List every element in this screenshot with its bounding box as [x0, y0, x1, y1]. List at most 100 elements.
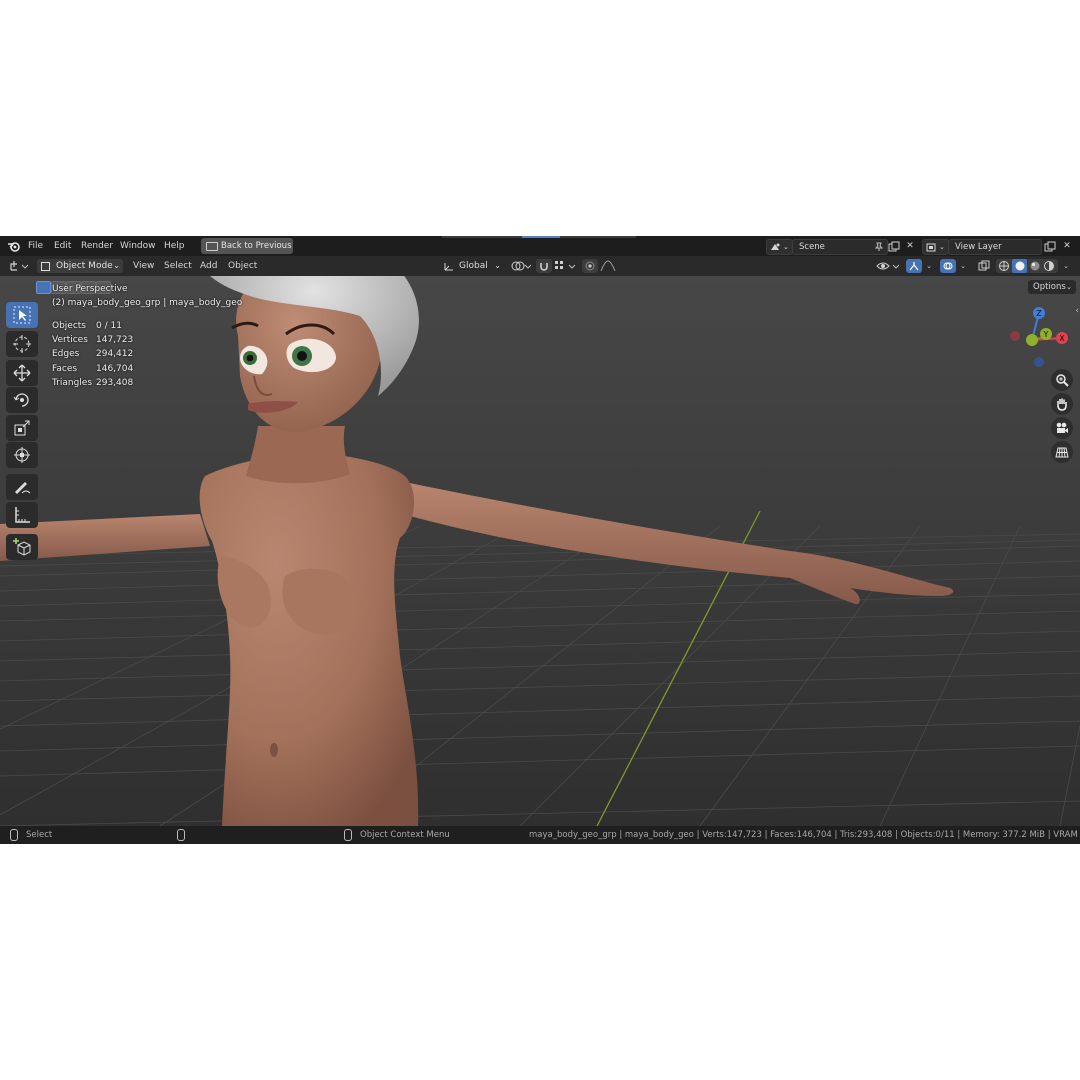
menu-file[interactable]: File: [28, 240, 43, 252]
snap-target-icon[interactable]: [554, 260, 578, 272]
new-scene-icon[interactable]: [888, 241, 900, 252]
back-to-previous-button[interactable]: Back to Previous: [201, 238, 293, 254]
orthographic-toggle-button[interactable]: [1051, 441, 1073, 463]
add-cube-icon: [13, 538, 31, 556]
shading-mode-group: [996, 259, 1058, 273]
status-left-action: Select: [26, 830, 53, 840]
mouse-middle-icon: [177, 829, 185, 841]
new-view-layer-icon[interactable]: [1044, 241, 1056, 252]
menu-add[interactable]: Add: [200, 260, 217, 272]
menu-select[interactable]: Select: [164, 260, 192, 272]
3d-cursor-icon: [13, 335, 31, 353]
svg-text:X: X: [1059, 334, 1065, 343]
zoom-button[interactable]: [1051, 369, 1073, 391]
cursor-icon: [13, 306, 31, 324]
options-button[interactable]: Options ⌄: [1028, 280, 1076, 294]
menu-object[interactable]: Object: [228, 260, 257, 272]
solid-shading-button[interactable]: [1012, 259, 1027, 273]
menu-window[interactable]: Window: [120, 240, 156, 252]
wireframe-shading-icon[interactable]: [998, 260, 1010, 272]
annotate-tool[interactable]: [6, 474, 38, 500]
scale-icon: [14, 420, 30, 436]
chevron-down-icon[interactable]: ⌄: [958, 261, 968, 271]
view-layer-name-field[interactable]: View Layer: [948, 239, 1042, 255]
add-cube-tool[interactable]: [6, 534, 38, 560]
pivot-point-icon[interactable]: [510, 260, 532, 272]
hand-icon: [1057, 398, 1067, 411]
pan-button[interactable]: [1051, 393, 1073, 415]
chevron-down-icon: ⌄: [1066, 283, 1072, 291]
editor-type-icon[interactable]: [9, 260, 29, 272]
orientation-icon: [444, 263, 453, 271]
overlay-icon: [943, 262, 953, 270]
chevron-down-icon: ⌄: [494, 261, 501, 270]
select-new-button[interactable]: [36, 281, 51, 294]
close-scene-icon[interactable]: ✕: [905, 241, 915, 251]
object-mode-icon: [41, 262, 50, 271]
blender-logo[interactable]: [7, 240, 21, 252]
move-tool[interactable]: [6, 360, 38, 386]
magnet-icon: [540, 263, 548, 271]
neck: [246, 426, 350, 484]
view-name: User Perspective: [52, 284, 128, 294]
gizmo-neg-z[interactable]: [1034, 357, 1044, 367]
scene-statistics: maya_body_geo_grp | maya_body_geo | Vert…: [529, 830, 1078, 840]
camera-view-button[interactable]: [1051, 417, 1073, 439]
snap-toggle[interactable]: [536, 259, 552, 273]
rotate-icon: [13, 393, 29, 407]
rendered-shading-icon[interactable]: [1043, 260, 1055, 272]
chevron-down-icon[interactable]: ⌄: [1061, 261, 1071, 271]
right-pupil: [297, 351, 307, 361]
workspace-tab-line-right: [560, 236, 636, 238]
proportional-edit-toggle[interactable]: [582, 259, 598, 273]
transform-tool[interactable]: [6, 442, 38, 468]
falloff-icon[interactable]: [600, 260, 620, 272]
status-bar: Select Object Context Menu maya_body_geo…: [0, 826, 1080, 844]
scene-type-button[interactable]: ⌄: [766, 239, 793, 255]
cursor-tool[interactable]: [6, 331, 38, 357]
rotate-tool[interactable]: [6, 387, 38, 413]
menu-edit[interactable]: Edit: [54, 240, 71, 252]
gizmo-toggle[interactable]: [906, 259, 922, 273]
mouse-right-icon: [344, 829, 352, 841]
torso: [199, 452, 419, 826]
grid-icon: [1055, 447, 1069, 458]
transform-orientation-dropdown[interactable]: Global ⌄: [441, 259, 503, 273]
view-layer-type-button[interactable]: ⌄: [922, 239, 949, 255]
menu-help[interactable]: Help: [164, 240, 185, 252]
close-view-layer-icon[interactable]: ✕: [1062, 241, 1072, 251]
view-layer-icon: [926, 243, 936, 252]
blender-window: File Edit Render Window Help Back to Pre…: [0, 236, 1080, 844]
measure-tool[interactable]: [6, 502, 38, 528]
workspace-tab-active[interactable]: [522, 236, 560, 238]
3d-viewport[interactable]: User Perspective (2) maya_body_geo_grp |…: [0, 276, 1080, 826]
chevron-down-icon: ⌄: [113, 261, 120, 270]
svg-text:Z: Z: [1036, 309, 1042, 318]
scale-tool[interactable]: [6, 415, 38, 441]
zoom-icon: [1056, 374, 1069, 387]
back-icon: [206, 242, 218, 251]
left-pupil: [246, 354, 254, 362]
chevron-down-icon: ⌄: [939, 243, 945, 251]
navigation-gizmo[interactable]: Z Y X: [1004, 302, 1074, 372]
menu-render[interactable]: Render: [81, 240, 113, 252]
chevron-down-icon[interactable]: ⌄: [924, 261, 934, 271]
chevron-down-icon: ⌄: [783, 243, 789, 251]
scene-name-field[interactable]: Scene: [792, 239, 888, 255]
solid-shading-icon: [1015, 261, 1025, 271]
sidebar-toggle-icon[interactable]: ‹: [1075, 306, 1079, 316]
material-shading-icon[interactable]: [1029, 260, 1041, 272]
gizmo-neg-y[interactable]: [1026, 334, 1038, 346]
xray-icon[interactable]: [978, 260, 990, 272]
select-box-tool[interactable]: [6, 302, 38, 328]
move-icon: [13, 364, 31, 382]
menu-view[interactable]: View: [133, 260, 154, 272]
visibility-icon[interactable]: [876, 260, 902, 272]
mouse-left-icon: [10, 829, 18, 841]
pin-icon[interactable]: [874, 242, 884, 252]
active-object-path: (2) maya_body_geo_grp | maya_body_geo: [52, 298, 243, 308]
scene-render: [0, 276, 1080, 826]
mode-dropdown[interactable]: Object Mode ⌄: [37, 259, 123, 273]
overlay-toggle[interactable]: [940, 259, 956, 273]
gizmo-neg-x[interactable]: [1010, 331, 1020, 341]
